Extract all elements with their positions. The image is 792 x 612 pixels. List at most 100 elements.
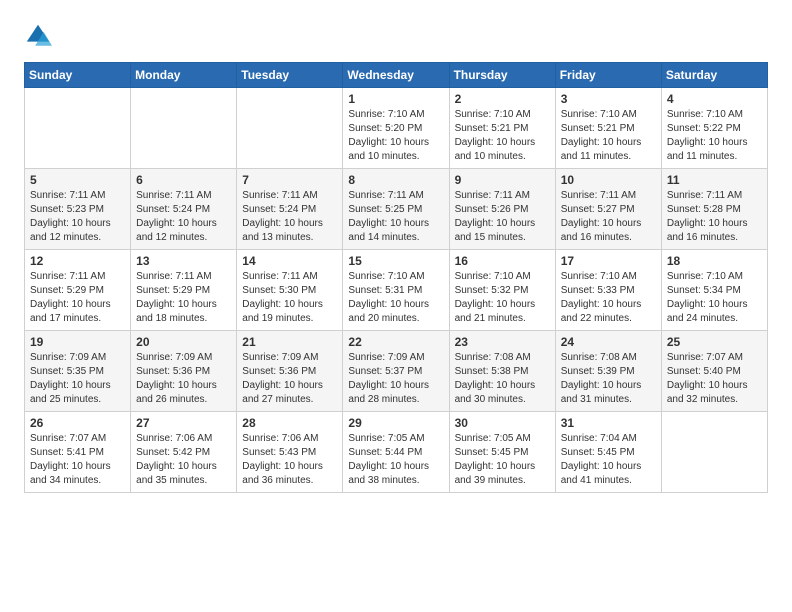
calendar-day-cell: 20 Sunrise: 7:09 AM Sunset: 5:36 PM Dayli…	[131, 331, 237, 412]
day-number: 10	[561, 173, 656, 187]
day-number: 21	[242, 335, 337, 349]
day-number: 13	[136, 254, 231, 268]
calendar-day-cell: 6Sunrise: 7:11 AM Sunset: 5:24 PM Daylig…	[131, 169, 237, 250]
calendar-week-row: 1 Sunrise: 7:10 AM Sunset: 5:20 PM Daylig…	[25, 88, 768, 169]
calendar-day-cell: 26 Sunrise: 7:07 AM Sunset: 5:41 PM Dayli…	[25, 412, 131, 493]
calendar-table: SundayMondayTuesdayWednesdayThursdayFrid…	[24, 62, 768, 493]
day-info: Sunrise: 7:08 AM Sunset: 5:39 PM Dayligh…	[561, 351, 656, 407]
calendar-day-header: Sunday	[25, 63, 131, 88]
calendar-day-cell: 8Sunrise: 7:11 AM Sunset: 5:25 PM Daylig…	[343, 169, 449, 250]
calendar-day-cell: 15 Sunrise: 7:10 AM Sunset: 5:31 PM Dayli…	[343, 250, 449, 331]
calendar-day-cell: 11Sunrise: 7:11 AM Sunset: 5:28 PM Dayli…	[661, 169, 767, 250]
day-number: 30	[455, 416, 550, 430]
day-info: Sunrise: 7:10 AM Sunset: 5:31 PM Dayligh…	[348, 270, 443, 326]
calendar-week-row: 12 Sunrise: 7:11 AM Sunset: 5:29 PM Dayli…	[25, 250, 768, 331]
day-info: Sunrise: 7:10 AM Sunset: 5:33 PM Dayligh…	[561, 270, 656, 326]
day-info: Sunrise: 7:10 AM Sunset: 5:34 PM Dayligh…	[667, 270, 762, 326]
calendar-day-cell: 31Sunrise: 7:04 AM Sunset: 5:45 PM Dayli…	[555, 412, 661, 493]
day-info: Sunrise: 7:11 AM Sunset: 5:24 PM Dayligh…	[242, 189, 337, 245]
calendar-day-cell: 21 Sunrise: 7:09 AM Sunset: 5:36 PM Dayli…	[237, 331, 343, 412]
day-number: 5	[30, 173, 125, 187]
calendar-day-header: Monday	[131, 63, 237, 88]
calendar-day-cell: 7Sunrise: 7:11 AM Sunset: 5:24 PM Daylig…	[237, 169, 343, 250]
day-info: Sunrise: 7:09 AM Sunset: 5:36 PM Dayligh…	[136, 351, 231, 407]
day-info: Sunrise: 7:11 AM Sunset: 5:27 PM Dayligh…	[561, 189, 656, 245]
calendar-day-cell: 4 Sunrise: 7:10 AM Sunset: 5:22 PM Daylig…	[661, 88, 767, 169]
logo	[24, 20, 56, 50]
calendar-day-cell: 18 Sunrise: 7:10 AM Sunset: 5:34 PM Dayli…	[661, 250, 767, 331]
day-info: Sunrise: 7:11 AM Sunset: 5:29 PM Dayligh…	[136, 270, 231, 326]
calendar-day-cell: 3Sunrise: 7:10 AM Sunset: 5:21 PM Daylig…	[555, 88, 661, 169]
day-number: 6	[136, 173, 231, 187]
calendar-day-cell	[661, 412, 767, 493]
calendar-day-header: Tuesday	[237, 63, 343, 88]
day-info: Sunrise: 7:07 AM Sunset: 5:40 PM Dayligh…	[667, 351, 762, 407]
day-number: 24	[561, 335, 656, 349]
day-info: Sunrise: 7:10 AM Sunset: 5:22 PM Dayligh…	[667, 108, 762, 164]
day-number: 25	[667, 335, 762, 349]
calendar-day-cell: 27 Sunrise: 7:06 AM Sunset: 5:42 PM Dayli…	[131, 412, 237, 493]
day-info: Sunrise: 7:11 AM Sunset: 5:26 PM Dayligh…	[455, 189, 550, 245]
day-info: Sunrise: 7:08 AM Sunset: 5:38 PM Dayligh…	[455, 351, 550, 407]
calendar-day-header: Friday	[555, 63, 661, 88]
calendar-week-row: 26 Sunrise: 7:07 AM Sunset: 5:41 PM Dayli…	[25, 412, 768, 493]
calendar-day-cell: 22Sunrise: 7:09 AM Sunset: 5:37 PM Dayli…	[343, 331, 449, 412]
calendar-day-cell: 28 Sunrise: 7:06 AM Sunset: 5:43 PM Dayli…	[237, 412, 343, 493]
calendar-day-cell: 5 Sunrise: 7:11 AM Sunset: 5:23 PM Daylig…	[25, 169, 131, 250]
calendar-day-cell: 2 Sunrise: 7:10 AM Sunset: 5:21 PM Daylig…	[449, 88, 555, 169]
calendar-day-cell: 1 Sunrise: 7:10 AM Sunset: 5:20 PM Daylig…	[343, 88, 449, 169]
day-number: 28	[242, 416, 337, 430]
calendar-day-cell: 25 Sunrise: 7:07 AM Sunset: 5:40 PM Dayli…	[661, 331, 767, 412]
day-info: Sunrise: 7:11 AM Sunset: 5:29 PM Dayligh…	[30, 270, 125, 326]
day-number: 1	[348, 92, 443, 106]
calendar-day-cell	[131, 88, 237, 169]
day-info: Sunrise: 7:11 AM Sunset: 5:23 PM Dayligh…	[30, 189, 125, 245]
day-number: 20	[136, 335, 231, 349]
day-info: Sunrise: 7:11 AM Sunset: 5:25 PM Dayligh…	[348, 189, 443, 245]
day-number: 4	[667, 92, 762, 106]
calendar-day-header: Wednesday	[343, 63, 449, 88]
logo-icon	[24, 22, 52, 50]
day-number: 16	[455, 254, 550, 268]
day-info: Sunrise: 7:10 AM Sunset: 5:20 PM Dayligh…	[348, 108, 443, 164]
day-info: Sunrise: 7:04 AM Sunset: 5:45 PM Dayligh…	[561, 432, 656, 488]
day-number: 14	[242, 254, 337, 268]
day-number: 3	[561, 92, 656, 106]
day-info: Sunrise: 7:10 AM Sunset: 5:32 PM Dayligh…	[455, 270, 550, 326]
day-info: Sunrise: 7:06 AM Sunset: 5:43 PM Dayligh…	[242, 432, 337, 488]
calendar-day-cell: 24 Sunrise: 7:08 AM Sunset: 5:39 PM Dayli…	[555, 331, 661, 412]
day-number: 12	[30, 254, 125, 268]
day-number: 18	[667, 254, 762, 268]
header	[24, 20, 768, 50]
day-number: 22	[348, 335, 443, 349]
day-number: 19	[30, 335, 125, 349]
calendar-week-row: 5 Sunrise: 7:11 AM Sunset: 5:23 PM Daylig…	[25, 169, 768, 250]
calendar-day-header: Thursday	[449, 63, 555, 88]
day-number: 26	[30, 416, 125, 430]
day-info: Sunrise: 7:05 AM Sunset: 5:44 PM Dayligh…	[348, 432, 443, 488]
calendar-day-cell: 30 Sunrise: 7:05 AM Sunset: 5:45 PM Dayli…	[449, 412, 555, 493]
day-number: 23	[455, 335, 550, 349]
calendar-header-row: SundayMondayTuesdayWednesdayThursdayFrid…	[25, 63, 768, 88]
day-info: Sunrise: 7:11 AM Sunset: 5:30 PM Dayligh…	[242, 270, 337, 326]
calendar-day-cell: 10 Sunrise: 7:11 AM Sunset: 5:27 PM Dayli…	[555, 169, 661, 250]
day-info: Sunrise: 7:06 AM Sunset: 5:42 PM Dayligh…	[136, 432, 231, 488]
calendar-day-cell: 29 Sunrise: 7:05 AM Sunset: 5:44 PM Dayli…	[343, 412, 449, 493]
calendar-day-cell	[237, 88, 343, 169]
day-number: 29	[348, 416, 443, 430]
day-number: 17	[561, 254, 656, 268]
day-number: 15	[348, 254, 443, 268]
day-info: Sunrise: 7:09 AM Sunset: 5:35 PM Dayligh…	[30, 351, 125, 407]
day-number: 27	[136, 416, 231, 430]
day-info: Sunrise: 7:10 AM Sunset: 5:21 PM Dayligh…	[455, 108, 550, 164]
day-number: 2	[455, 92, 550, 106]
calendar-day-cell: 23 Sunrise: 7:08 AM Sunset: 5:38 PM Dayli…	[449, 331, 555, 412]
calendar-day-cell	[25, 88, 131, 169]
calendar-week-row: 19 Sunrise: 7:09 AM Sunset: 5:35 PM Dayli…	[25, 331, 768, 412]
calendar-day-cell: 19 Sunrise: 7:09 AM Sunset: 5:35 PM Dayli…	[25, 331, 131, 412]
day-info: Sunrise: 7:05 AM Sunset: 5:45 PM Dayligh…	[455, 432, 550, 488]
calendar-day-cell: 16 Sunrise: 7:10 AM Sunset: 5:32 PM Dayli…	[449, 250, 555, 331]
day-info: Sunrise: 7:07 AM Sunset: 5:41 PM Dayligh…	[30, 432, 125, 488]
calendar-day-cell: 12 Sunrise: 7:11 AM Sunset: 5:29 PM Dayli…	[25, 250, 131, 331]
day-info: Sunrise: 7:09 AM Sunset: 5:36 PM Dayligh…	[242, 351, 337, 407]
